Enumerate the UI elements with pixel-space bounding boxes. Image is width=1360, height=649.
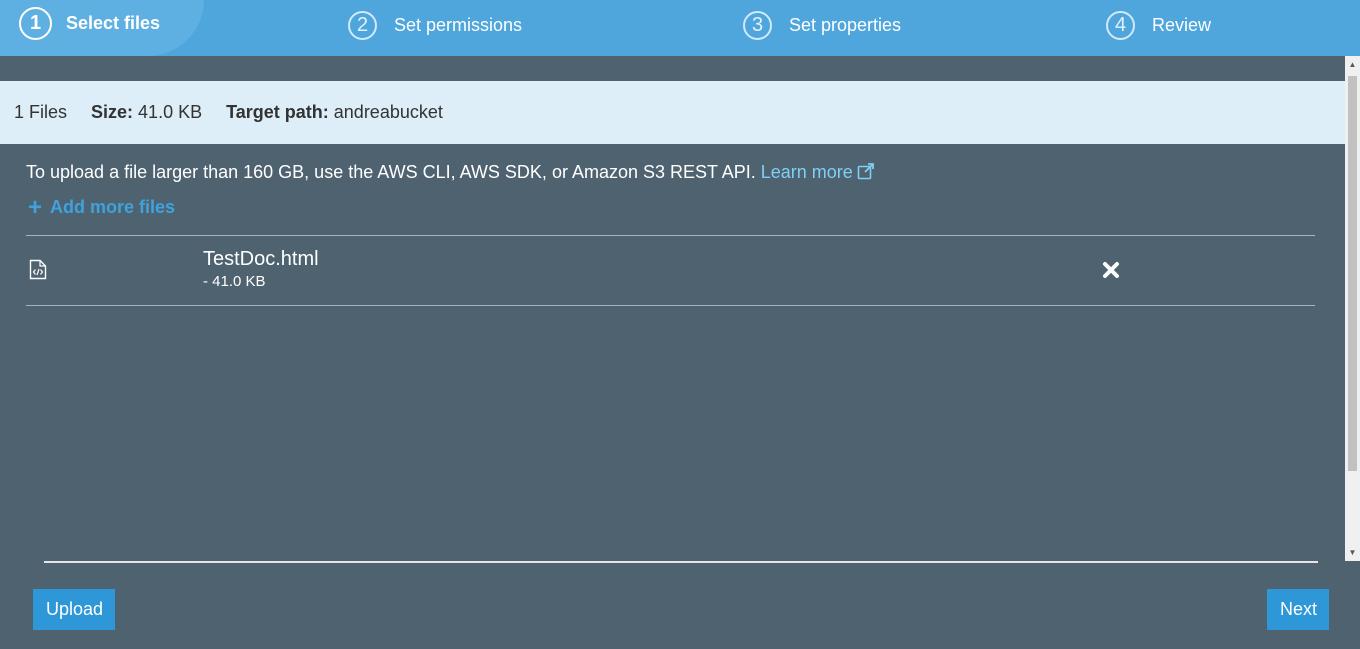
file-count: 1 Files — [14, 102, 68, 122]
step-select-files[interactable]: 1 Select files — [19, 6, 161, 40]
target-path: Target path: andreabucket — [226, 102, 443, 123]
scroll-down-arrow-icon[interactable]: ▼ — [1345, 544, 1360, 561]
step-number: 3 — [743, 10, 772, 40]
scrollbar-thumb[interactable] — [1348, 76, 1357, 471]
file-list-row: TestDoc.html - 41.0 KB — [26, 235, 1315, 306]
remove-file-icon[interactable] — [1102, 261, 1120, 279]
step-number: 4 — [1106, 10, 1135, 40]
size-value: 41.0 KB — [138, 102, 203, 122]
step-label: Set permissions — [394, 14, 523, 35]
learn-more-link[interactable]: Learn more — [761, 162, 875, 182]
upload-button[interactable]: Upload — [33, 589, 115, 630]
target-path-value: andreabucket — [333, 102, 443, 122]
target-path-label: Target path: — [226, 102, 329, 122]
upload-summary: 1 Files Size: 41.0 KB Target path: andre… — [0, 81, 1345, 144]
step-label: Select files — [66, 12, 161, 33]
notice-text: To upload a file larger than 160 GB, use… — [26, 162, 756, 182]
wizard-stepper: 1 Select files 2 Set permissions 3 Set p… — [0, 0, 1360, 56]
total-size: Size: 41.0 KB — [91, 102, 202, 123]
add-more-files-label: Add more files — [50, 197, 176, 217]
size-label: Size: — [91, 102, 134, 122]
large-file-notice: To upload a file larger than 160 GB, use… — [26, 162, 875, 183]
html-file-icon — [29, 259, 47, 280]
next-button[interactable]: Next — [1267, 589, 1329, 630]
footer-divider — [44, 561, 1318, 563]
vertical-scrollbar[interactable]: ▲ ▼ — [1345, 56, 1360, 561]
step-label: Review — [1152, 14, 1212, 35]
step-review[interactable]: 4 Review — [1106, 9, 1211, 41]
step-number: 1 — [19, 6, 52, 40]
external-link-icon — [857, 163, 874, 180]
learn-more-label: Learn more — [760, 162, 853, 182]
scroll-up-arrow-icon[interactable]: ▲ — [1345, 56, 1360, 73]
step-label: Set properties — [789, 14, 902, 35]
step-set-permissions[interactable]: 2 Set permissions — [348, 9, 522, 41]
step-number: 2 — [348, 10, 377, 40]
file-name: TestDoc.html — [203, 248, 319, 270]
step-set-properties[interactable]: 3 Set properties — [743, 9, 901, 41]
plus-icon: + — [28, 193, 43, 221]
add-more-files-button[interactable]: + Add more files — [28, 193, 176, 221]
file-size: - 41.0 KB — [203, 273, 266, 290]
